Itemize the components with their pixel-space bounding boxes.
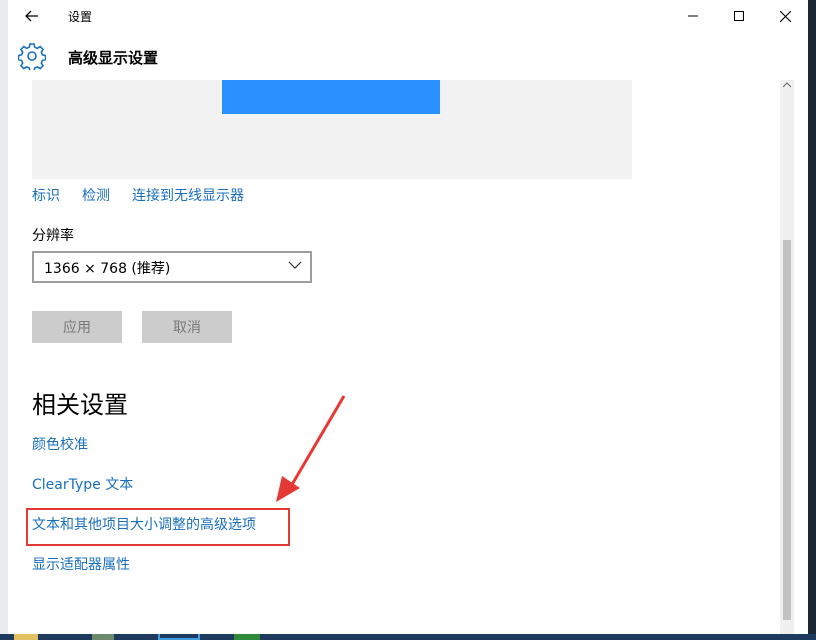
back-button[interactable] [20,4,44,28]
settings-content: 标识 检测 连接到无线显示器 分辨率 1366 × 768 (推荐) 应用 取消… [8,80,794,634]
maximize-button[interactable] [716,0,762,32]
resolution-label: 分辨率 [32,228,74,244]
apply-button[interactable]: 应用 [32,311,122,343]
highlight-box [26,508,290,546]
display-preview [32,80,632,179]
pointer-arrow-annotation [276,395,346,502]
minimize-button[interactable] [670,0,716,32]
window-title: 设置 [68,10,93,24]
connect-wireless-display-link[interactable]: 连接到无线显示器 [132,185,244,205]
vertical-scrollbar[interactable] [780,80,794,634]
display-adapter-properties-link[interactable]: 显示适配器属性 [32,554,130,574]
minimize-icon [688,15,698,17]
maximize-icon [734,11,744,21]
page-title: 高级显示设置 [68,49,159,67]
cancel-button[interactable]: 取消 [142,311,232,343]
back-arrow-icon [25,10,38,22]
color-calibration-link[interactable]: 颜色校准 [32,434,88,454]
related-settings-title: 相关设置 [32,391,128,419]
settings-window: 设置 高级显示设置 标识 检测 连接到无线显示器 分辨率 1366 × 768 … [8,0,808,634]
cleartype-text-link[interactable]: ClearType 文本 [32,474,133,494]
close-button[interactable] [762,0,808,32]
chevron-down-icon [288,261,302,269]
resolution-value: 1366 × 768 (推荐) [44,261,171,277]
detect-link[interactable]: 检测 [82,185,110,205]
scroll-up-icon[interactable] [783,82,791,88]
identify-link[interactable]: 标识 [32,185,60,205]
taskbar [0,634,816,640]
scrollbar-thumb[interactable] [783,240,791,620]
gear-icon [18,43,46,70]
monitor-tile[interactable] [222,80,440,114]
title-bar: 设置 [8,0,808,32]
desktop-background [0,0,8,640]
close-icon [779,10,791,22]
resolution-dropdown[interactable]: 1366 × 768 (推荐) [32,251,312,283]
page-header: 高级显示设置 [8,32,808,80]
